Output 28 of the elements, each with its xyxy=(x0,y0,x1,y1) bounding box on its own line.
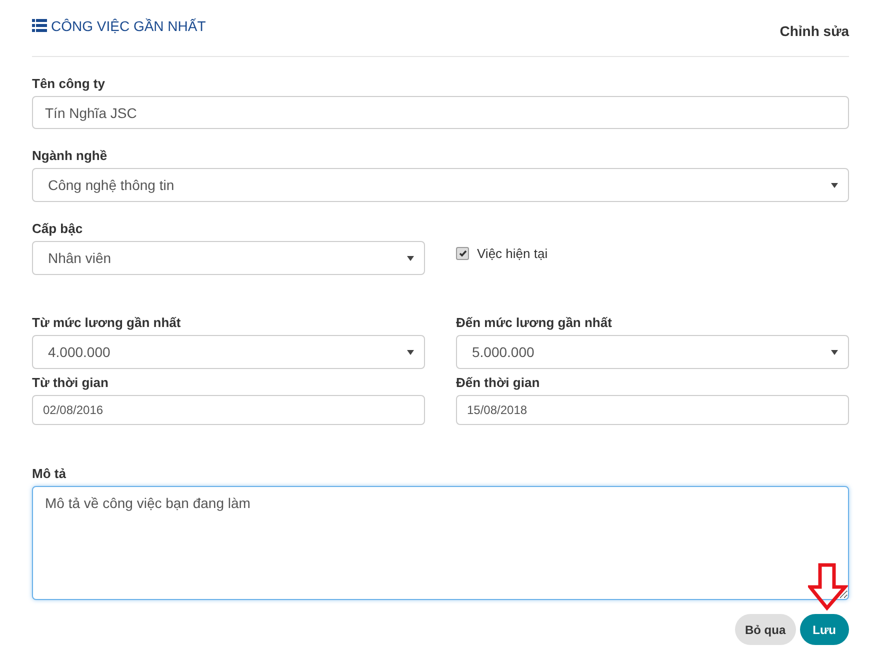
caret-icon xyxy=(407,350,414,354)
date-field[interactable]: 02/08/2016 xyxy=(32,395,425,425)
field-label: Đến mức lương gần nhất xyxy=(456,315,612,330)
edit-link[interactable]: Chỉnh sửa xyxy=(780,23,849,39)
field-label: Ngành nghề xyxy=(32,148,108,163)
company-field[interactable]: Tín Nghĩa JSC xyxy=(32,96,849,129)
salary-select[interactable]: 5.000.000 xyxy=(456,335,849,369)
caret-icon xyxy=(831,350,838,354)
checkbox-label: Việc hiện tại xyxy=(477,246,548,261)
caret-icon xyxy=(407,256,414,260)
date-field[interactable]: 15/08/2018 xyxy=(456,395,849,425)
field-label: Cấp bậc xyxy=(32,221,83,236)
save-button[interactable]: Lưu xyxy=(800,614,849,645)
caret-icon xyxy=(831,182,838,188)
industry-select[interactable]: Công nghệ thông tin xyxy=(32,168,849,202)
checkbox[interactable] xyxy=(456,247,469,260)
field-label: Tên công ty xyxy=(32,76,105,91)
annotation-arrow xyxy=(808,563,848,611)
section-title: CÔNG VIỆC GẦN NHẤT xyxy=(51,18,206,34)
field-label: Đến thời gian xyxy=(456,375,540,390)
field-label: Từ thời gian xyxy=(32,375,108,390)
field-label: Mô tả xyxy=(32,466,66,481)
salary-select[interactable]: 4.000.000 xyxy=(32,335,425,369)
field-label: Từ mức lương gần nhất xyxy=(32,315,181,330)
list-icon xyxy=(32,19,47,32)
level-select[interactable]: Nhân viên xyxy=(32,241,425,275)
description-field[interactable]: Mô tả về công việc bạn đang làm xyxy=(32,486,849,600)
cancel-button[interactable]: Bỏ qua xyxy=(734,614,796,645)
